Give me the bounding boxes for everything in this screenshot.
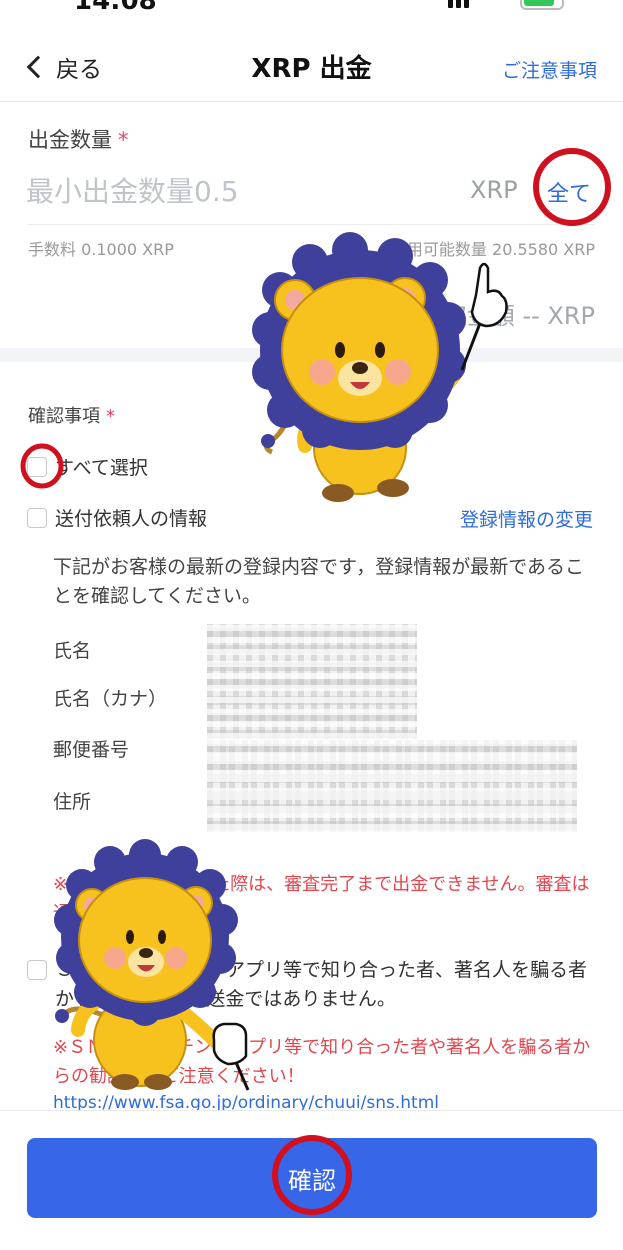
divider (28, 224, 595, 225)
amount-label-text: 出金数量 (28, 128, 112, 152)
sender-info-checkbox[interactable] (27, 507, 47, 528)
redacted-name-value (207, 624, 417, 739)
nav-bar: 戻る XRP 出金 ご注意事項 (0, 30, 623, 102)
battery-icon (520, 0, 564, 10)
change-warning: ※登録情報を変更した際は、審査完了まで出金できません。審査は通常数日で完了します… (53, 874, 590, 924)
required-mark: * (118, 128, 129, 152)
available-amount: 利用可能数量 20.5580 XRP (390, 240, 595, 259)
received-amount: 受取金額 -- XRP (418, 302, 595, 330)
redacted-address-value (207, 740, 577, 832)
select-all-row[interactable]: すべて選択 (27, 453, 148, 480)
field-label-address: 住所 (53, 791, 92, 813)
sns-check-row[interactable]: ＳＮＳ・マッチングアプリ等で知り合った者、著名人を騙る者からの勧誘による送金では… (27, 956, 595, 1014)
select-all-checkbox[interactable] (27, 456, 47, 477)
field-label-kana: 氏名（カナ） (53, 688, 168, 710)
signal-icon (448, 0, 469, 8)
select-all-label: すべて選択 (55, 457, 148, 479)
back-button[interactable]: 戻る (22, 50, 102, 84)
sender-info-label: 送付依頼人の情報 (55, 508, 208, 530)
required-mark: * (106, 406, 115, 427)
amount-label: 出金数量 * (28, 124, 129, 154)
status-bar: 14:08 (0, 0, 623, 14)
back-label: 戻る (56, 57, 102, 83)
confirm-button[interactable]: 確認 (27, 1138, 597, 1218)
status-time: 14:08 (74, 0, 157, 14)
all-button[interactable]: 全て (547, 176, 591, 208)
confirm-label: 確認事項 * (28, 402, 115, 428)
field-label-name: 氏名 (53, 640, 92, 662)
sns-checkbox[interactable] (27, 960, 47, 980)
field-label-postal: 郵便番号 (53, 739, 130, 761)
confirm-label-text: 確認事項 (28, 406, 100, 427)
notice-link[interactable]: ご注意事項 (502, 56, 597, 83)
section-separator (0, 348, 623, 362)
sender-info-row[interactable]: 送付依頼人の情報 (27, 504, 207, 531)
sns-check-label: ＳＮＳ・マッチングアプリ等で知り合った者、著名人を騙る者からの勧誘による送金では… (55, 959, 588, 1010)
sender-description: 下記がお客様の最新の登録内容です，登録情報が最新であることを確認してください。 (53, 556, 585, 607)
fee-text: 手数料 0.1000 XRP (28, 240, 174, 259)
unit-label: XRP (470, 176, 518, 204)
lion-mascot-icon (252, 232, 466, 502)
edit-registration-link[interactable]: 登録情報の変更 (460, 505, 593, 532)
amount-input[interactable] (26, 170, 446, 212)
sns-warning: ※ＳＮＳ・マッチングアプリ等で知り合った者や著名人を騙る者からの勧誘等にご注意く… (53, 1037, 591, 1087)
chevron-left-icon (26, 55, 50, 79)
